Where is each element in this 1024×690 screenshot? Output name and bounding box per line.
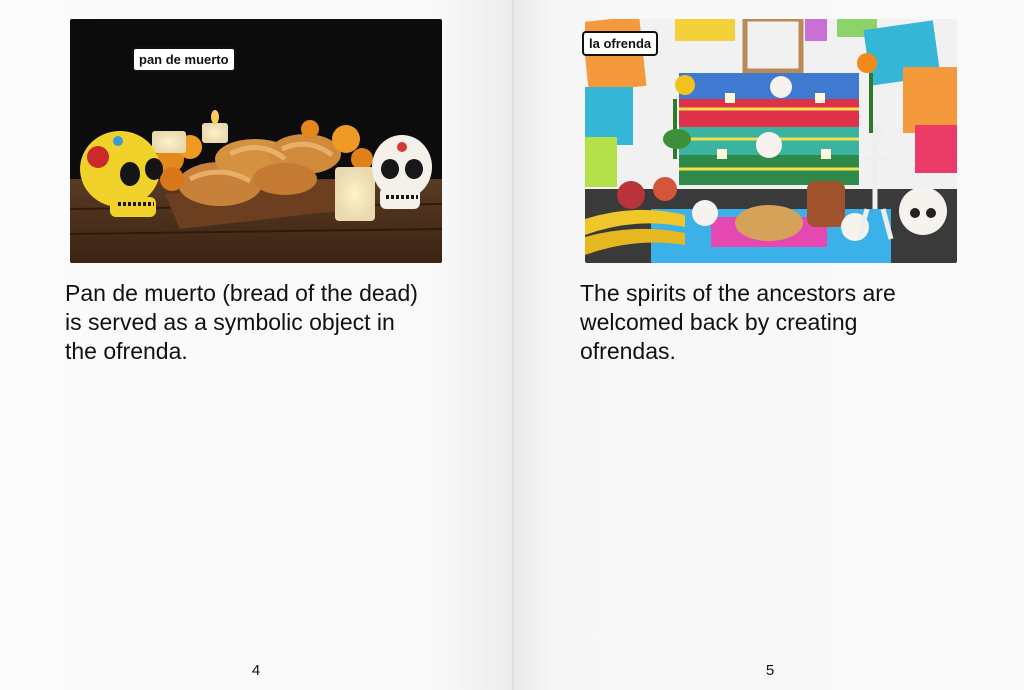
- book-spread: pan de muerto Pan de muerto (bread of th…: [0, 0, 1024, 690]
- page-number: 4: [251, 662, 261, 679]
- page-caption: Pan de muerto (bread of the dead) is ser…: [65, 280, 418, 364]
- page-left: pan de muerto Pan de muerto (bread of th…: [0, 0, 514, 690]
- page-caption: The spirits of the ancestors are welcome…: [580, 280, 896, 364]
- page-right: la ofrenda The spirits of the ancestors …: [514, 0, 1024, 690]
- pan-de-muerto-illustration: [70, 19, 442, 263]
- page-number: 5: [765, 662, 775, 679]
- image-label: pan de muerto: [132, 47, 236, 72]
- pan-de-muerto-photo: [70, 19, 442, 263]
- image-label: la ofrenda: [582, 31, 659, 56]
